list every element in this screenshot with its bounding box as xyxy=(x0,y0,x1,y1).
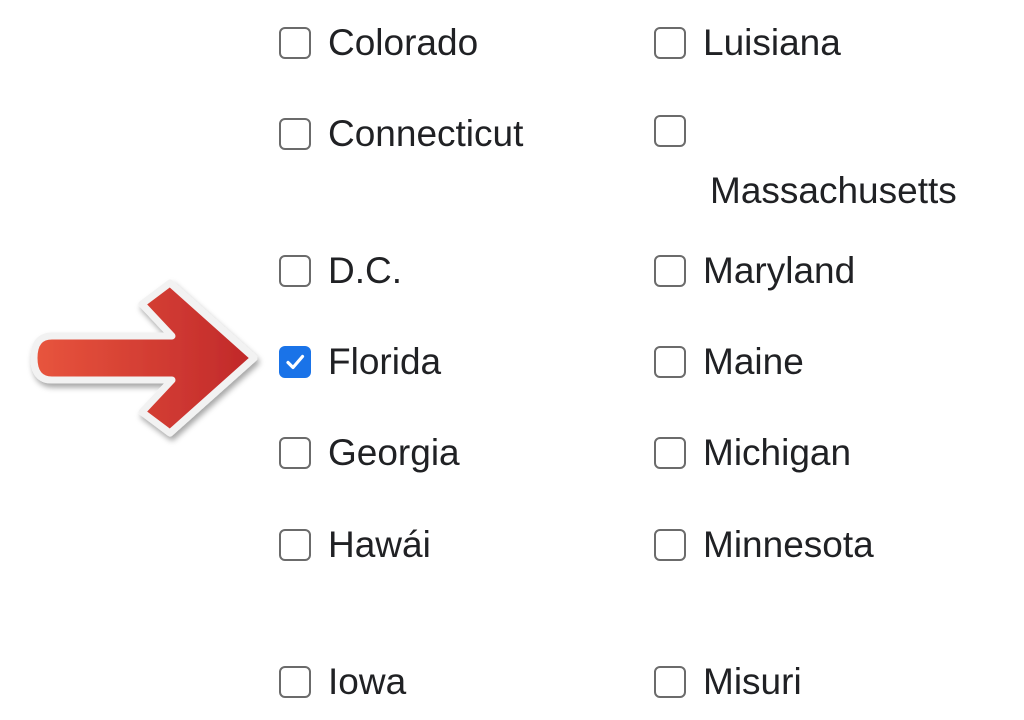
checkbox-label: Michigan xyxy=(703,432,852,473)
checkbox[interactable] xyxy=(279,254,311,287)
checkbox[interactable] xyxy=(654,26,686,59)
checkbox-label: Iowa xyxy=(328,661,407,702)
checkbox-label: Colorado xyxy=(328,22,479,63)
arrow-right-icon xyxy=(30,279,258,437)
checkbox-item-michigan[interactable]: Michigan xyxy=(654,434,851,471)
checkbox-item-florida[interactable]: Florida xyxy=(279,343,441,380)
checkbox-label: D.C. xyxy=(328,250,402,291)
checkbox-item-maine[interactable]: Maine xyxy=(654,343,804,380)
checkbox-label: Maine xyxy=(703,341,804,382)
checkbox-item-connecticut[interactable]: Connecticut xyxy=(279,115,523,152)
checkbox-label: Minnesota xyxy=(703,524,874,565)
checkbox-item-hawaii[interactable]: Hawái xyxy=(279,526,431,563)
checkbox[interactable] xyxy=(279,665,311,698)
checkbox-item-colorado[interactable]: Colorado xyxy=(279,24,478,61)
checkbox-item-dc[interactable]: D.C. xyxy=(279,252,402,289)
checkbox-item-misuri[interactable]: Misuri xyxy=(654,663,802,700)
checkbox-item-maryland[interactable]: Maryland xyxy=(654,252,855,289)
checkbox-item-minnesota[interactable]: Minnesota xyxy=(654,526,874,563)
checkbox-label: Connecticut xyxy=(328,113,524,154)
checkbox[interactable] xyxy=(279,117,311,150)
checkbox[interactable] xyxy=(654,665,686,698)
checkbox-item-georgia[interactable]: Georgia xyxy=(279,434,460,471)
checkbox-label: Georgia xyxy=(328,432,460,473)
checkbox[interactable] xyxy=(654,254,686,287)
checkbox-checked[interactable] xyxy=(279,345,311,378)
state-checkbox-list: Colorado Connecticut D.C. Florida Georgi… xyxy=(0,0,1024,720)
checkbox[interactable] xyxy=(654,528,686,561)
checkbox[interactable] xyxy=(654,345,686,378)
checkbox[interactable] xyxy=(279,436,311,469)
checkbox[interactable] xyxy=(279,528,311,561)
checkbox-item-iowa[interactable]: Iowa xyxy=(279,663,406,700)
checkbox[interactable] xyxy=(654,115,686,147)
checkbox[interactable] xyxy=(279,26,311,59)
checkbox-item-massachusetts[interactable] xyxy=(654,115,686,147)
checkbox-label: Massachusetts xyxy=(710,170,957,211)
checkbox-label: Luisiana xyxy=(703,22,841,63)
checkmark-icon xyxy=(286,354,305,369)
checkbox-label: Misuri xyxy=(703,661,802,702)
checkbox-item-luisiana[interactable]: Luisiana xyxy=(654,24,841,61)
checkbox[interactable] xyxy=(654,436,686,469)
checkbox-label: Maryland xyxy=(703,250,856,291)
checkbox-label: Florida xyxy=(328,341,442,382)
checkbox-label: Hawái xyxy=(328,524,431,565)
